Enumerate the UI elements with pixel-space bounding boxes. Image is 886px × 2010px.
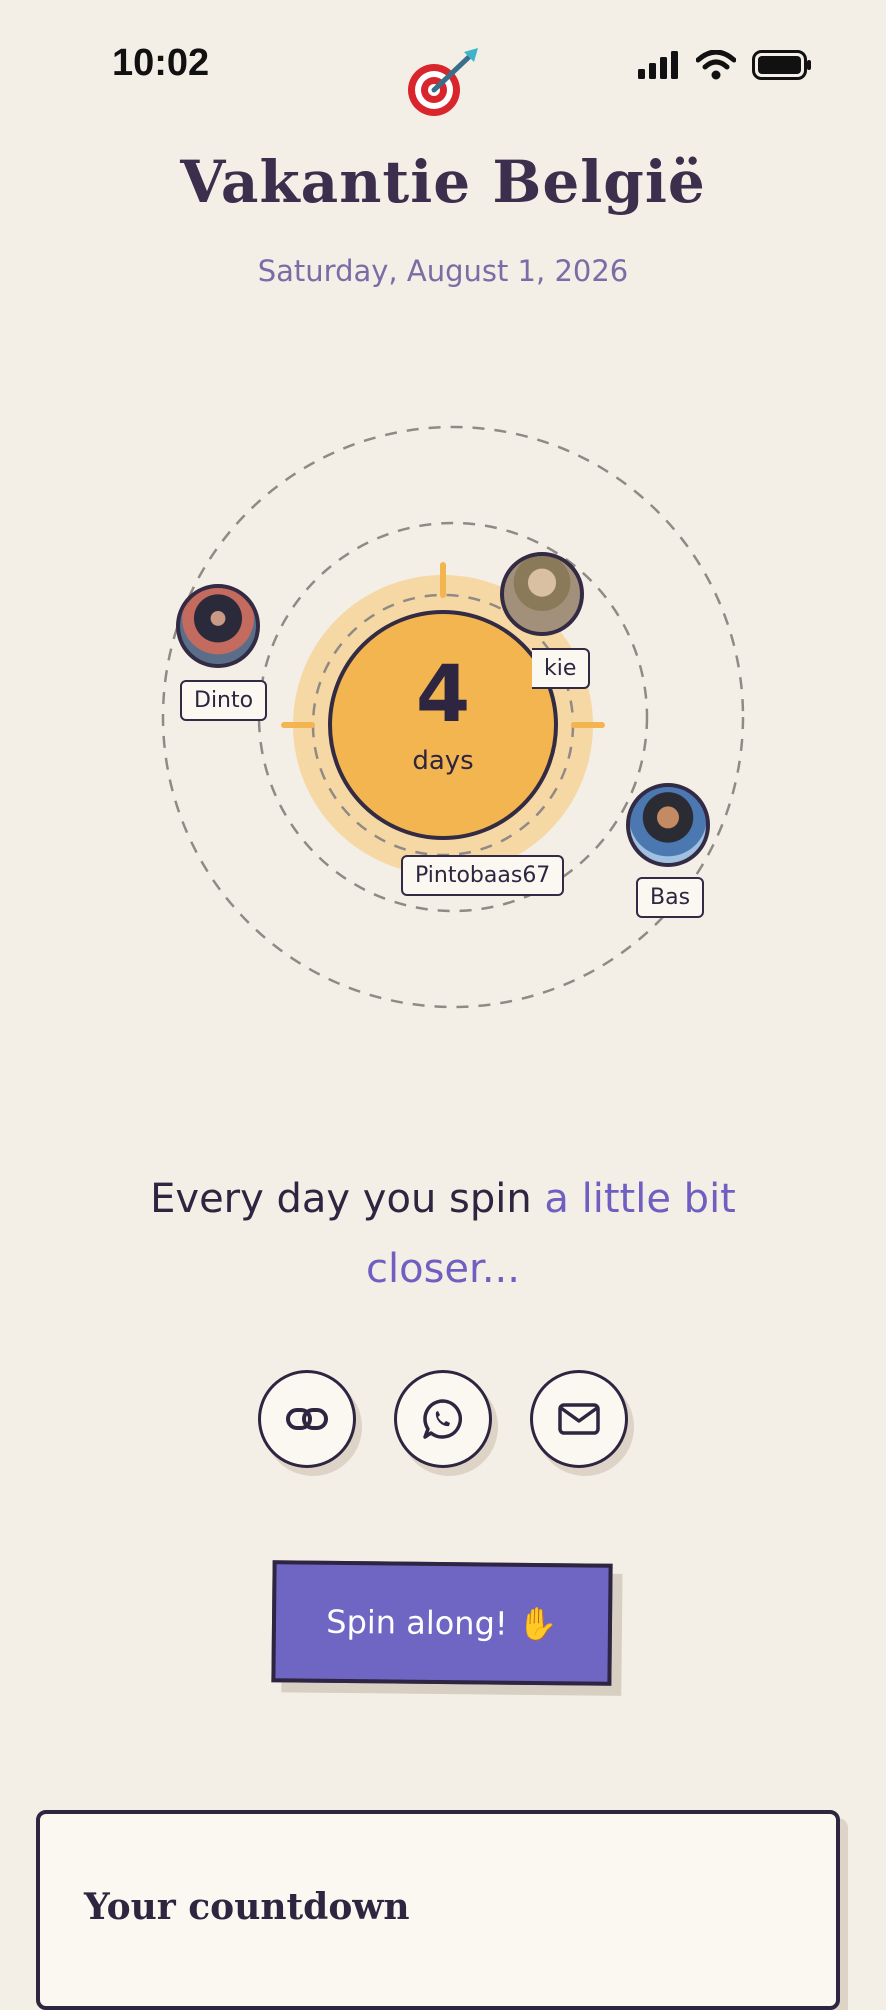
spin-along-button[interactable]: Spin along! ✋ (271, 1560, 613, 1686)
signal-icon (638, 51, 678, 79)
share-row (258, 1370, 628, 1468)
share-link-button[interactable] (258, 1370, 356, 1468)
status-time: 10:02 (112, 42, 210, 84)
name-tag-dinto: Dinto (180, 680, 268, 721)
tagline: Every day you spin a little bit closer..… (140, 1164, 746, 1304)
orbit-graphic: 4 days Dinto kie Pintobaas67 Bas (0, 400, 886, 1040)
name-tag-kie: kie (532, 648, 591, 689)
tagline-main: Every day you spin (150, 1176, 545, 1222)
share-mail-button[interactable] (530, 1370, 628, 1468)
status-bar: 10:02 (0, 0, 886, 130)
wifi-icon (696, 50, 736, 80)
dart-target-icon (408, 48, 478, 116)
name-tag-bas: Bas (636, 877, 705, 918)
mail-icon (558, 1403, 600, 1435)
name-tag-pintobaas67: Pintobaas67 (401, 855, 565, 896)
avatar-kie[interactable] (500, 552, 584, 636)
avatar-bas[interactable] (626, 783, 710, 867)
share-whatsapp-button[interactable] (394, 1370, 492, 1468)
countdown-core: 4 days (328, 610, 558, 840)
status-icons (638, 50, 812, 80)
countdown-card: Your countdown (36, 1810, 840, 2010)
whatsapp-icon (423, 1399, 463, 1439)
card-title: Your countdown (84, 1886, 410, 1928)
battery-icon (752, 50, 811, 80)
event-date: Saturday, August 1, 2026 (257, 254, 629, 288)
countdown-value: 4 (415, 650, 471, 740)
page-title: Vakantie België (180, 148, 706, 216)
countdown-unit: days (412, 746, 474, 776)
avatar-dinto[interactable] (176, 584, 260, 668)
link-icon (286, 1408, 328, 1430)
